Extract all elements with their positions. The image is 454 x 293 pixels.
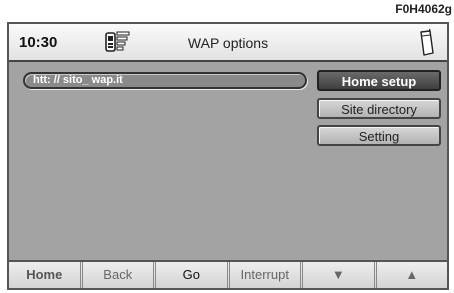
back-softkey[interactable]: Back (83, 262, 156, 288)
go-softkey[interactable]: Go (156, 262, 230, 288)
screen-title: WAP options (187, 35, 269, 51)
scroll-down-softkey[interactable]: ▼ (303, 262, 377, 288)
softkey-bar: Home Back Go Interrupt ▼ ▲ (9, 260, 447, 288)
home-softkey[interactable]: Home (9, 262, 83, 288)
mobile-phone-icon (420, 29, 434, 56)
setting-button[interactable]: Setting (317, 125, 441, 146)
status-bar: 10:30 WAP options (9, 24, 447, 62)
home-setup-button[interactable]: Home setup (317, 70, 441, 91)
figure-code: F0H4062g (395, 2, 452, 16)
site-directory-button[interactable]: Site directory (317, 98, 441, 119)
display-screen: 10:30 WAP options htt: // sito_ wap.it H… (7, 22, 449, 290)
url-input[interactable]: htt: // sito_ wap.it (23, 72, 307, 89)
interrupt-softkey[interactable]: Interrupt (230, 262, 303, 288)
scroll-up-softkey[interactable]: ▲ (377, 262, 448, 288)
